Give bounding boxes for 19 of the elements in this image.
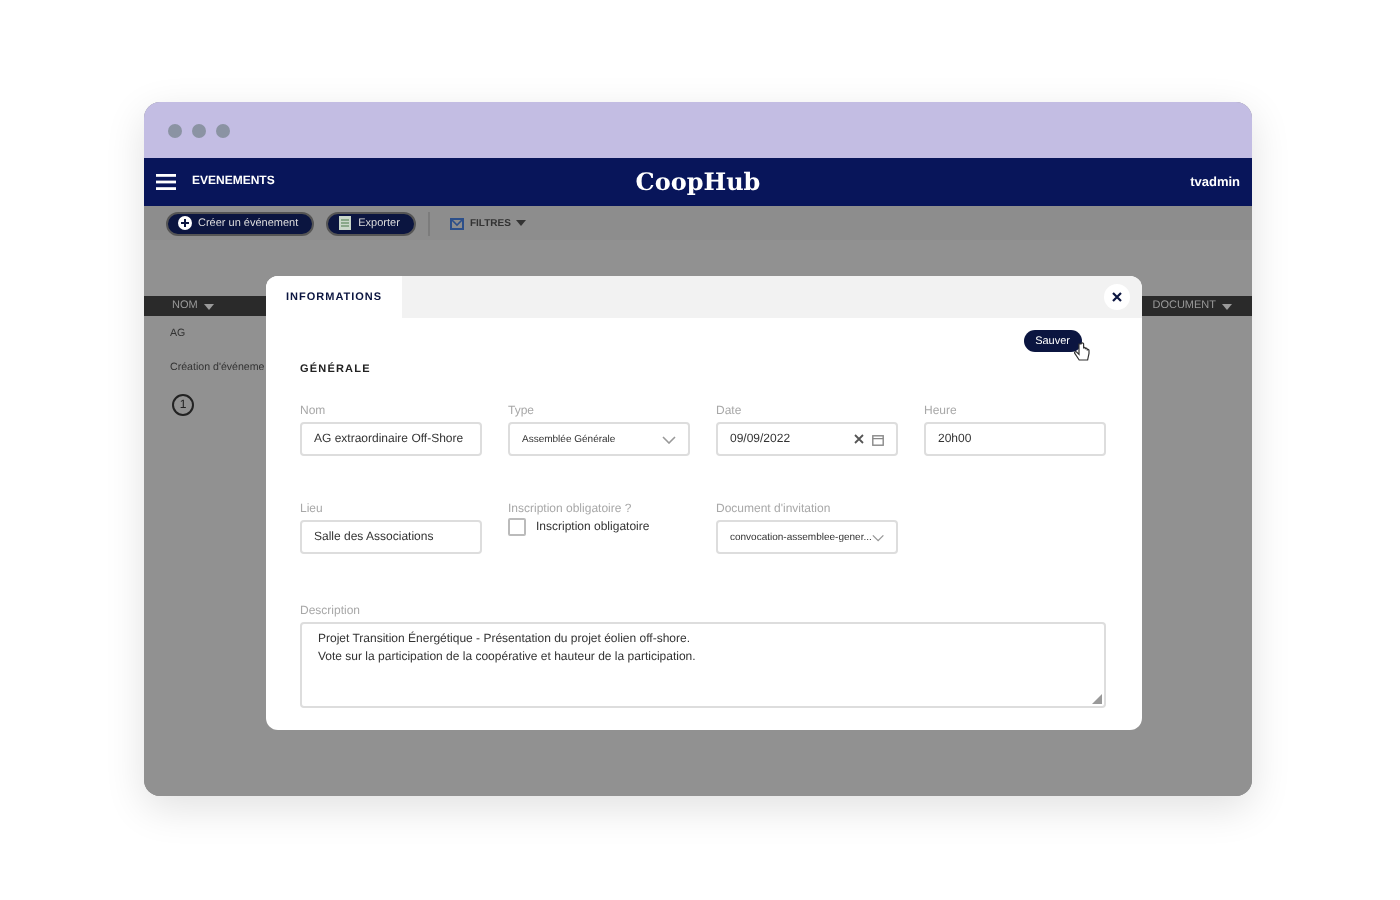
caret-icon — [203, 303, 214, 309]
calendar-icon[interactable] — [872, 433, 884, 445]
resize-grip-icon[interactable] — [1092, 694, 1102, 704]
document-icon — [338, 216, 353, 230]
caret-icon — [516, 220, 527, 226]
plus-icon — [178, 216, 192, 230]
checkbox[interactable] — [508, 518, 526, 536]
caret-icon — [1222, 303, 1232, 309]
menu-icon[interactable] — [156, 174, 176, 190]
logo: CoopHub — [635, 168, 761, 196]
chevron-down-icon — [871, 533, 884, 541]
clear-icon[interactable] — [854, 434, 864, 444]
window-dot-icon[interactable] — [216, 123, 230, 137]
hand-cursor-icon — [1074, 342, 1090, 362]
window-dot-icon[interactable] — [192, 123, 206, 137]
chevron-down-icon — [662, 435, 676, 443]
close-icon — [1112, 292, 1122, 302]
close-button[interactable] — [1104, 284, 1130, 310]
window-dot-icon[interactable] — [168, 123, 182, 137]
